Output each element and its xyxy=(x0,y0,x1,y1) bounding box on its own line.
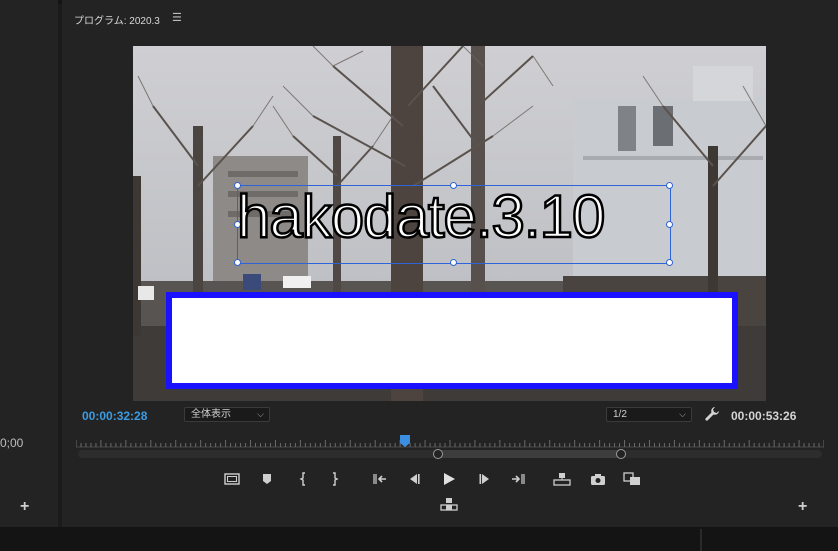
mark-in-icon[interactable] xyxy=(294,471,312,487)
current-timecode[interactable]: 00:00:32:28 xyxy=(82,409,147,423)
hamburger-icon[interactable]: ☰ xyxy=(172,11,182,24)
zoom-scroll-handle-left[interactable] xyxy=(433,449,443,459)
add-button[interactable]: + xyxy=(798,498,807,516)
duration-timecode: 00:00:53:26 xyxy=(731,409,797,423)
zoom-level-select[interactable]: 全体表示 ⌵ xyxy=(184,407,270,422)
chevron-down-icon: ⌵ xyxy=(679,409,686,419)
selection-handle-right[interactable] xyxy=(666,221,673,228)
extract-icon[interactable] xyxy=(440,496,458,512)
selection-handle-bottom[interactable] xyxy=(450,259,457,266)
time-ruler[interactable] xyxy=(76,436,824,448)
selection-handle-top-right[interactable] xyxy=(666,182,673,189)
chevron-down-icon: ⌵ xyxy=(257,409,264,419)
go-to-in-icon[interactable] xyxy=(371,471,389,487)
compare-view-icon[interactable] xyxy=(623,471,641,487)
panel-title[interactable]: プログラム: 2020.3 xyxy=(74,12,160,27)
zoom-scroll-thumb[interactable] xyxy=(438,450,621,458)
resolution-value: 1/2 xyxy=(613,409,627,420)
export-frame-icon[interactable] xyxy=(589,471,607,487)
step-back-icon[interactable] xyxy=(405,471,423,487)
selection-handle-bottom-right[interactable] xyxy=(666,259,673,266)
lift-icon[interactable] xyxy=(553,471,571,487)
safe-margins-icon[interactable] xyxy=(223,471,241,487)
zoom-scroll-handle-right[interactable] xyxy=(616,449,626,459)
left-panel-timecode: 0;00 xyxy=(0,436,24,450)
white-rectangle-shape[interactable] xyxy=(166,292,738,389)
zoom-level-value: 全体表示 xyxy=(191,409,231,420)
video-title-text[interactable]: hakodate.3.10 xyxy=(236,182,607,252)
mark-out-icon[interactable] xyxy=(326,471,344,487)
add-marker-icon[interactable] xyxy=(258,471,276,487)
panel-splitter[interactable] xyxy=(700,529,702,551)
left-panel: 0;00 + xyxy=(0,0,58,527)
playhead-icon[interactable] xyxy=(400,435,411,447)
bottom-panel-edge xyxy=(0,527,838,551)
step-forward-icon[interactable] xyxy=(476,471,494,487)
left-panel-add-button[interactable]: + xyxy=(20,498,29,516)
settings-wrench-icon[interactable] xyxy=(704,406,720,422)
selection-handle-bottom-left[interactable] xyxy=(234,259,241,266)
play-icon[interactable] xyxy=(440,471,458,487)
go-to-out-icon[interactable] xyxy=(509,471,527,487)
playback-resolution-select[interactable]: 1/2 ⌵ xyxy=(606,407,692,422)
